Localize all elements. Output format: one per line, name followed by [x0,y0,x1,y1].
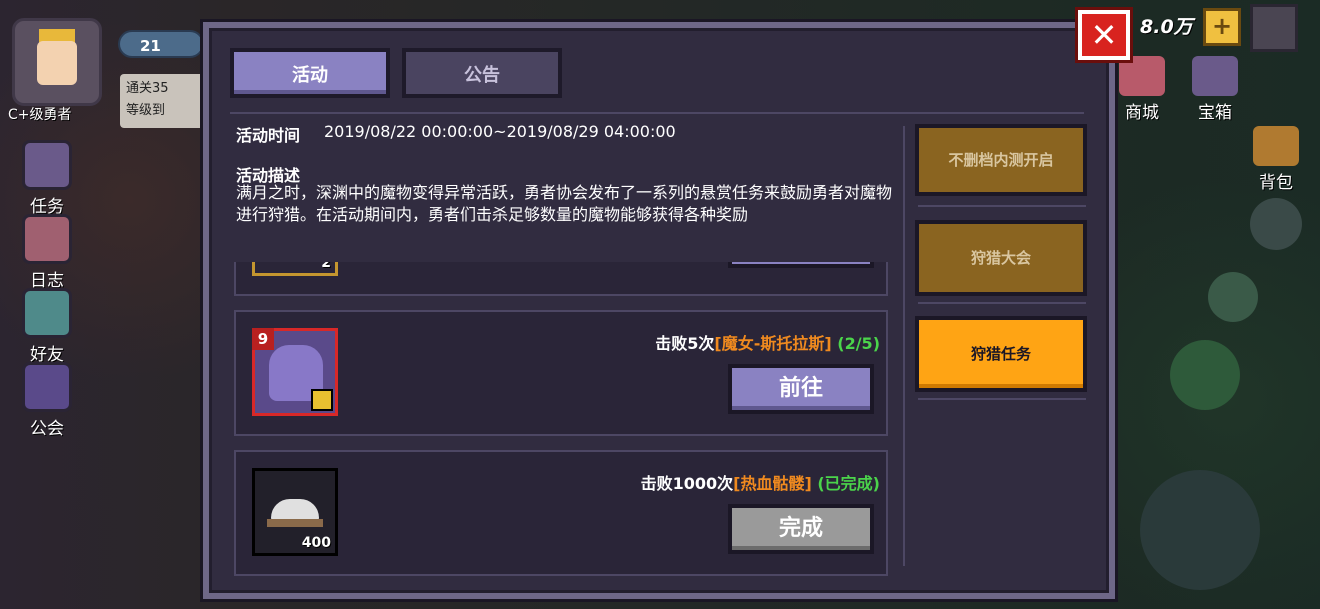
task-tip-panel[interactable]: 通关35 等级到 [120,74,210,128]
task-description: 击败5次[魔女-斯托拉斯] (2/5) [655,330,880,354]
level-pill: 21 [118,30,204,58]
task-description: 击败1000次[热血骷髅] (已完成) [641,470,880,494]
side-button-label: 公会 [30,419,64,439]
task-prefix: 击败5次 [655,334,715,353]
skull-badge-icon [311,389,333,411]
go-button[interactable]: 前往 [728,364,874,414]
task-card: 9 击败5次[魔女-斯托拉斯] (2/5) 前往 [234,310,888,436]
shop-label: 商城 [1125,103,1159,123]
divider [918,302,1086,304]
ore-base [267,519,323,527]
side-button-log[interactable]: 日志 [22,214,72,291]
skill-slot[interactable] [1208,272,1258,322]
task-prefix: 击败1000次 [640,474,734,493]
chest-button[interactable]: 宝箱 [1185,56,1245,123]
task-progress: (2/5) [837,334,880,353]
friend-icon [22,288,72,338]
time-label: 活动时间 [236,126,301,145]
tab-activity[interactable]: 活动 [230,48,390,98]
category-hunting-task[interactable]: 狩猎任务 [915,316,1087,392]
task-target: [魔女-斯托拉斯] [714,334,832,353]
exclamation-icon [22,140,72,190]
reward-item: 400 [252,468,338,556]
level-badge: 9 [252,328,274,350]
hero-face [37,41,77,85]
menu-grid-icon[interactable] [1250,4,1298,52]
task-list[interactable]: 活动时间 2019/08/22 00:00:00~2019/08/29 04:0… [230,114,895,582]
tab-announcement[interactable]: 公告 [402,48,562,98]
divider [918,205,1086,207]
desc-text: 满月之时，深渊中的魔物变得异常活跃，勇者协会发布了一系列的悬赏任务来鼓励勇者对魔… [236,183,893,224]
side-button-guild[interactable]: 公会 [22,362,72,439]
log-icon [22,214,72,264]
task-tip-line: 等级到 [126,103,166,118]
task-tip-line: 通关35 [126,81,169,96]
task-progress: (已完成) [817,474,880,493]
chest-label: 宝箱 [1198,103,1232,123]
complete-button[interactable]: 完成 [728,504,874,554]
witch-portrait: 9 [252,328,338,416]
backpack-icon [1253,126,1299,166]
shop-icon [1119,56,1165,96]
level-value: 21 [140,37,161,55]
attack-button[interactable] [1140,470,1260,590]
item-count: 400 [301,535,331,551]
skill-swirl-icon[interactable] [1170,340,1240,410]
gold-amount: 8.0万 [1140,16,1193,38]
side-button-task[interactable]: 任务 [22,140,72,217]
task-target: [热血骷髅] [733,474,812,493]
side-button-friend[interactable]: 好友 [22,288,72,365]
player-rank: C+级勇者 [8,107,72,123]
vertical-divider [903,126,905,566]
add-gold-button[interactable]: + [1203,8,1241,46]
backpack-button[interactable]: 背包 [1246,126,1306,193]
time-value: 2019/08/22 00:00:00~2019/08/29 04:00:00 [324,122,676,141]
left-hud: C+级勇者 任务 日志 好友 公会 [0,0,110,609]
close-button[interactable]: ✕ [1078,10,1130,60]
guild-banner-icon [22,362,72,412]
chest-icon [1192,56,1238,96]
close-icon: ✕ [1090,16,1118,54]
divider [918,398,1086,400]
category-hunting-contest[interactable]: 狩猎大会 [915,220,1087,296]
task-card: 400 击败1000次[热血骷髅] (已完成) 完成 [234,450,888,576]
shop-button[interactable]: 商城 [1112,56,1172,123]
silver-ore-icon [271,499,319,521]
player-avatar[interactable] [12,18,102,106]
event-info: 活动时间 2019/08/22 00:00:00~2019/08/29 04:0… [230,114,895,262]
add-skill-button[interactable] [1250,198,1302,250]
category-beta-launch[interactable]: 不删档内测开启 [915,124,1087,196]
backpack-label: 背包 [1259,173,1293,193]
